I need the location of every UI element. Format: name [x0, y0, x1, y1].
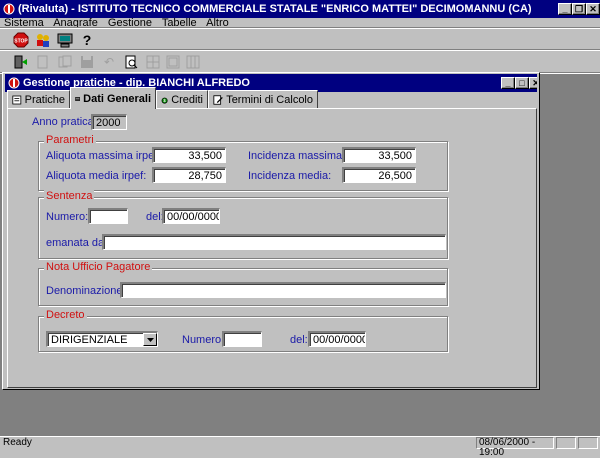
child-window: Gestione pratiche - dip. BIANCHI ALFREDO… [2, 72, 540, 390]
status-panel-empty-2 [578, 437, 598, 449]
docs-button[interactable] [55, 52, 75, 72]
incidenza-media-field[interactable]: 26,500 [342, 167, 416, 183]
tab-crediti[interactable]: $ Crediti [156, 90, 208, 109]
decreto-tipo-value: DIRIGENZIALE [51, 334, 128, 346]
decreto-numero-label: Numero: [182, 334, 225, 346]
doc-button[interactable] [33, 52, 53, 72]
child-close-button[interactable]: ✕ [529, 77, 537, 89]
close-button[interactable]: ✕ [586, 3, 600, 15]
aliquota-massima-field[interactable]: 33,500 [152, 147, 226, 163]
child-minimize-button[interactable]: _ [501, 77, 515, 89]
parametri-title: Parametri [44, 134, 96, 146]
tab-dati-generali-label: Dati Generali [83, 92, 151, 105]
help-button[interactable]: ? [77, 30, 97, 50]
question-mark-icon: ? [82, 32, 92, 48]
sentenza-numero-label: Numero: [46, 211, 89, 223]
sentenza-title: Sentenza [44, 190, 95, 202]
sentenza-numero-field[interactable] [88, 208, 128, 224]
app-icon [3, 3, 15, 15]
stop-button[interactable]: STOP [11, 30, 31, 50]
undo-button[interactable]: ↶ [99, 52, 119, 72]
chevron-down-icon[interactable] [143, 333, 157, 346]
decreto-del-label: del: [290, 334, 308, 346]
dati-generali-icon [75, 96, 80, 101]
grid-button-2[interactable] [163, 52, 183, 72]
tab-dati-generali[interactable]: Dati Generali [70, 87, 156, 109]
grid-button-3[interactable] [183, 52, 203, 72]
tab-termini-label: Termini di Calcolo [226, 94, 313, 106]
edit-document-icon [213, 95, 223, 105]
decreto-title: Decreto [44, 309, 87, 321]
emanata-da-field[interactable] [102, 234, 446, 250]
tab-page-dati-generali: Anno pratica: 2000 Parametri Aliquota ma… [7, 108, 537, 388]
grid-button-1[interactable] [143, 52, 163, 72]
exit-button[interactable] [11, 52, 31, 72]
denominazione-label: Denominazione: [46, 285, 126, 297]
save-button[interactable] [77, 52, 97, 72]
aliquota-media-field[interactable]: 28,750 [152, 167, 226, 183]
aliquota-massima-label: Aliquota massima irpef: [46, 150, 161, 162]
decreto-numero-field[interactable] [222, 331, 262, 347]
tab-pratiche-label: Pratiche [24, 94, 65, 106]
decreto-del-field[interactable]: 00/00/0000 [308, 331, 366, 347]
incidenza-massima-label: Incidenza massima: [248, 150, 346, 162]
nota-ufficio-title: Nota Ufficio Pagatore [44, 261, 153, 273]
emanata-da-label: emanata da: [46, 237, 108, 249]
aliquota-media-label: Aliquota media irpef: [46, 170, 147, 182]
money-bag-icon: $ [161, 97, 168, 104]
sentenza-del-field[interactable]: 00/00/0000 [162, 208, 220, 224]
status-text: Ready [3, 437, 32, 448]
users-button[interactable] [33, 30, 53, 50]
svg-text:STOP: STOP [14, 39, 28, 45]
anno-pratica-label: Anno pratica: [32, 116, 97, 128]
toolbar-separator [0, 49, 600, 51]
decreto-tipo-select[interactable]: DIRIGENZIALE [46, 331, 158, 347]
incidenza-massima-field[interactable]: 33,500 [342, 147, 416, 163]
computer-button[interactable] [55, 30, 75, 50]
restore-button[interactable]: ❐ [572, 3, 586, 15]
tab-pratiche[interactable]: Pratiche [7, 90, 70, 109]
child-icon [8, 77, 20, 89]
child-maximize-button[interactable]: □ [515, 77, 529, 89]
minimize-button[interactable]: _ [558, 3, 572, 15]
denominazione-field[interactable] [120, 282, 446, 298]
status-datetime-panel: 08/06/2000 - 19:00 [476, 437, 554, 458]
print-preview-button[interactable] [121, 52, 141, 72]
app-title: (Rivaluta) - ISTITUTO TECNICO COMMERCIAL… [18, 3, 532, 15]
menu-separator [0, 27, 600, 29]
tab-crediti-label: Crediti [171, 94, 203, 106]
incidenza-media-label: Incidenza media: [248, 170, 332, 182]
status-panel-empty-1 [556, 437, 576, 449]
undo-icon: ↶ [103, 55, 115, 69]
tab-termini-calcolo[interactable]: Termini di Calcolo [208, 90, 318, 109]
status-datetime: 08/06/2000 - 19:00 [479, 437, 536, 458]
anno-pratica-field[interactable]: 2000 [91, 114, 127, 130]
pratiche-icon [12, 95, 22, 105]
